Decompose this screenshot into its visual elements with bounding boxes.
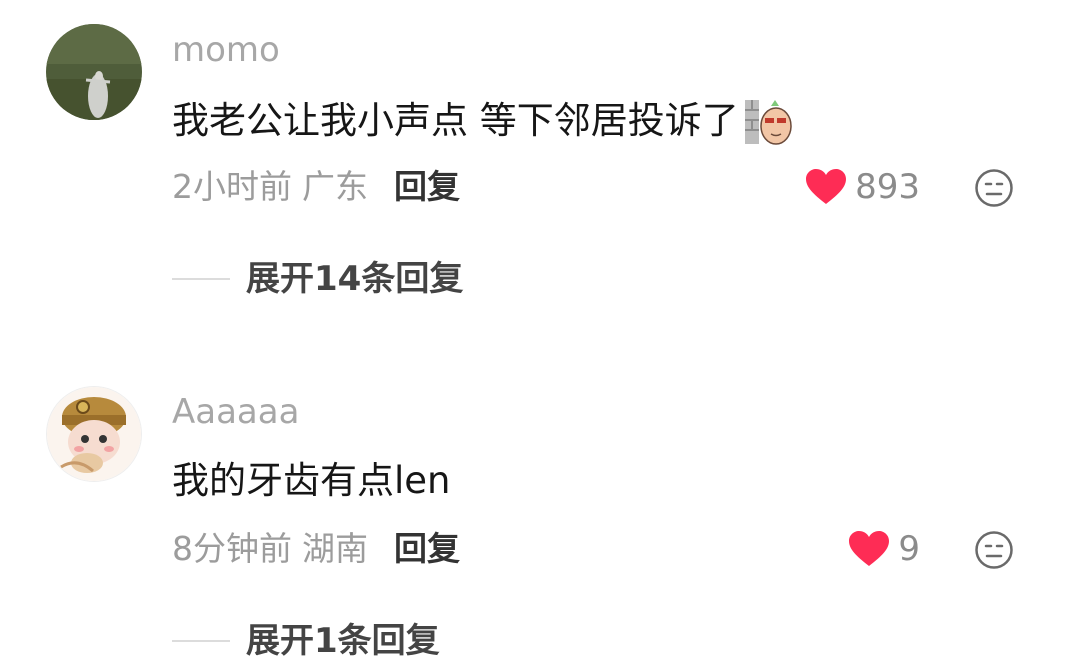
expand-divider [172, 640, 230, 642]
expand-replies-label: 展开1条回复 [246, 621, 440, 661]
location: 湖南 [302, 529, 368, 568]
expand-replies-button[interactable]: 展开1条回复 [172, 621, 440, 661]
reply-button[interactable]: 回复 [394, 529, 460, 569]
timestamp: 8分钟前 [172, 529, 292, 568]
comment-text-body: 我的牙齿有点len [172, 459, 451, 502]
dislike-button[interactable] [974, 530, 1014, 570]
heart-icon [849, 531, 890, 566]
comment-meta: 8分钟前 湖南 回复 [172, 529, 460, 569]
like-button[interactable]: 9 [848, 529, 920, 569]
avatar[interactable] [46, 386, 142, 482]
comment-item: Aaaaaa 我的牙齿有点len 8分钟前 湖南 回复 9 展开1条回复 [0, 0, 1080, 669]
like-count: 9 [898, 529, 920, 569]
username[interactable]: Aaaaaa [172, 392, 299, 432]
comment-text: 我的牙齿有点len [172, 459, 451, 503]
neutral-face-icon [975, 531, 1013, 569]
